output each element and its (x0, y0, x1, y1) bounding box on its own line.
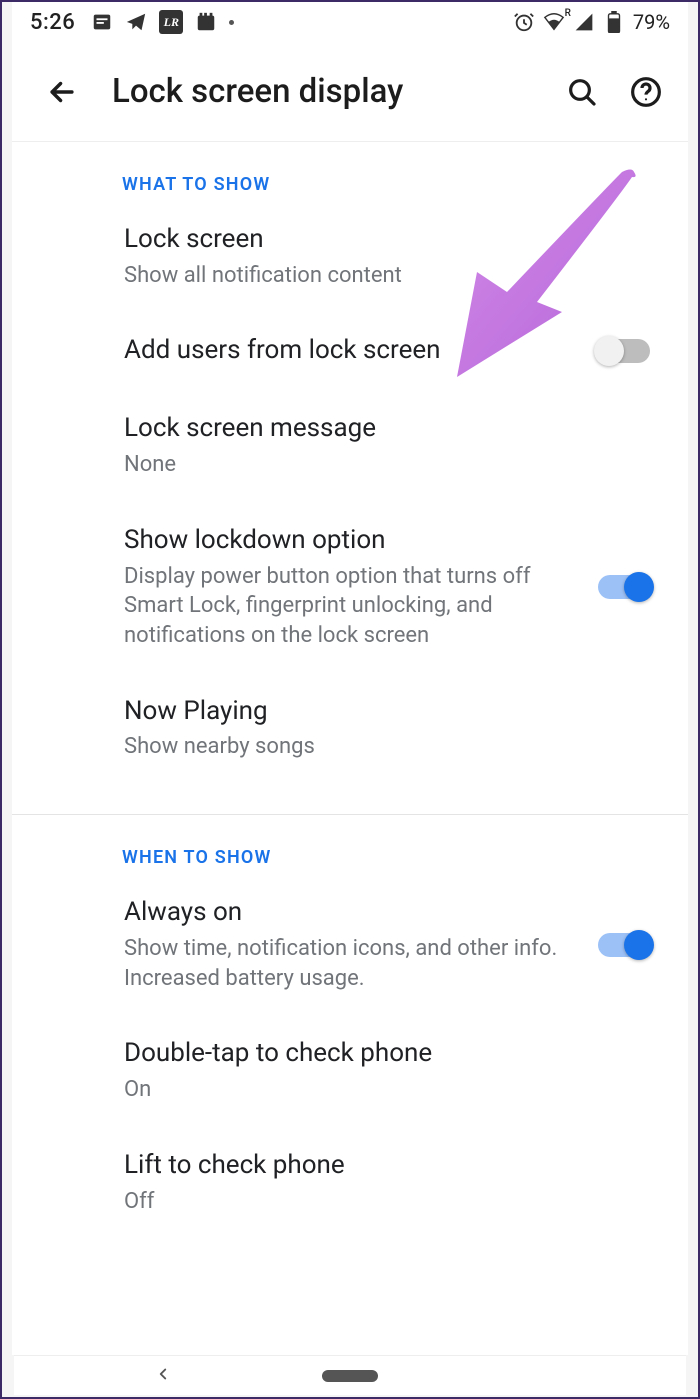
section-header: WHAT TO SHOW (12, 174, 688, 201)
alarm-icon (513, 11, 535, 33)
item-subtitle: Show all notification content (124, 261, 646, 291)
item-subtitle: Off (124, 1187, 646, 1217)
item-subtitle: None (124, 450, 646, 480)
nav-back-icon[interactable] (154, 1365, 172, 1387)
more-notifications-icon (229, 20, 234, 25)
lockdown-item[interactable]: Show lockdown option Display power butto… (12, 502, 688, 673)
item-title: Always on (124, 896, 586, 930)
navigation-bar (14, 1355, 686, 1395)
section-what-to-show: WHAT TO SHOW Lock screen Show all notifi… (12, 142, 688, 815)
lockdown-toggle[interactable] (598, 575, 650, 599)
item-title: Show lockdown option (124, 524, 586, 558)
section-when-to-show: WHEN TO SHOW Always on Show time, notifi… (12, 815, 688, 1268)
help-button[interactable] (628, 74, 664, 110)
lock-screen-item[interactable]: Lock screen Show all notification conten… (12, 201, 688, 312)
item-title: Lift to check phone (124, 1149, 646, 1183)
item-subtitle: On (124, 1075, 646, 1105)
lock-screen-message-item[interactable]: Lock screen message None (12, 390, 688, 501)
lr-app-icon: LR (159, 10, 183, 34)
add-users-item[interactable]: Add users from lock screen (12, 312, 688, 390)
item-title: Lock screen message (124, 412, 646, 446)
status-time: 5:26 (30, 10, 75, 35)
search-button[interactable] (564, 74, 600, 110)
app-bar: Lock screen display (12, 42, 688, 142)
calendar-icon (195, 11, 217, 33)
always-on-item[interactable]: Always on Show time, notification icons,… (12, 874, 688, 1015)
item-title: Add users from lock screen (124, 334, 586, 368)
now-playing-item[interactable]: Now Playing Show nearby songs (12, 673, 688, 784)
lift-item[interactable]: Lift to check phone Off (12, 1127, 688, 1238)
item-subtitle: Show nearby songs (124, 732, 646, 762)
wifi-icon: R (543, 11, 565, 33)
item-title: Lock screen (124, 223, 646, 257)
section-header: WHEN TO SHOW (12, 847, 688, 874)
double-tap-item[interactable]: Double-tap to check phone On (12, 1015, 688, 1126)
always-on-toggle[interactable] (598, 933, 650, 957)
add-users-toggle[interactable] (598, 339, 650, 363)
battery-percent: 79% (633, 10, 670, 34)
item-subtitle: Show time, notification icons, and other… (124, 934, 586, 993)
cell-signal-icon (573, 11, 595, 33)
item-title: Double-tap to check phone (124, 1037, 646, 1071)
back-button[interactable] (42, 72, 82, 112)
telegram-icon (125, 11, 147, 33)
item-title: Now Playing (124, 695, 646, 729)
settings-list[interactable]: WHAT TO SHOW Lock screen Show all notifi… (12, 142, 688, 1268)
item-subtitle: Display power button option that turns o… (124, 562, 586, 651)
message-icon (91, 11, 113, 33)
home-pill[interactable] (322, 1370, 378, 1382)
page-title: Lock screen display (112, 72, 534, 111)
battery-icon (603, 11, 625, 33)
status-bar: 5:26 LR R (12, 2, 688, 42)
